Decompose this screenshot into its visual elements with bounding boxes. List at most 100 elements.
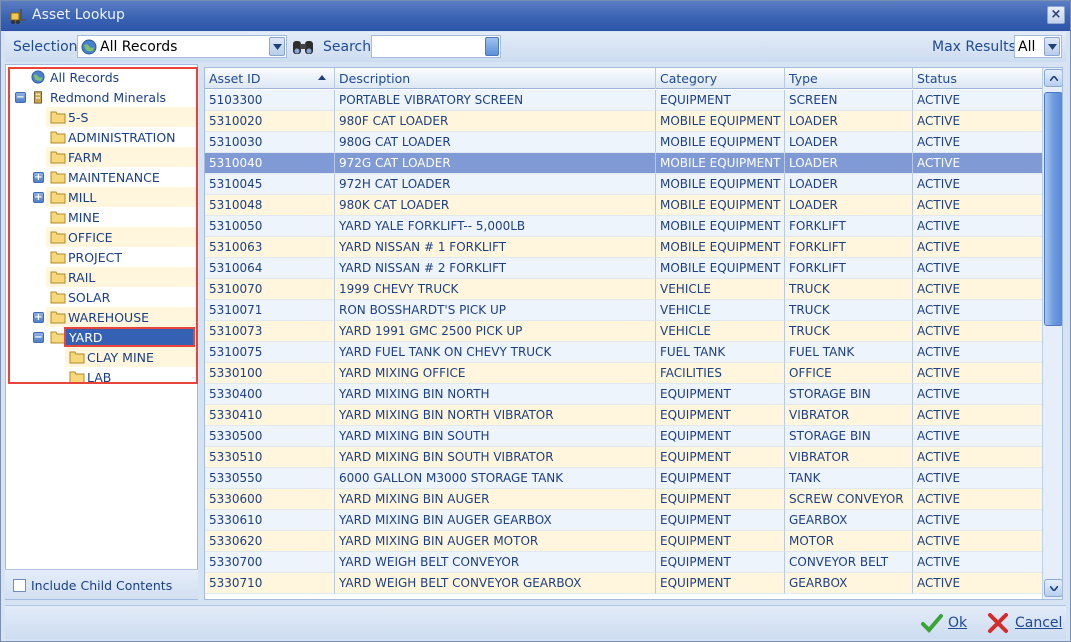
folder-icon [50, 291, 66, 304]
table-row[interactable]: 5310071 RON BOSSHARDT'S PICK UP VEHICLE TRU… [205, 300, 1043, 321]
table-row[interactable]: 5310050 YARD YALE FORKLIFT-- 5,000LB MOBIL… [205, 216, 1043, 237]
table-cell: YARD MIXING BIN SOUTH [335, 426, 656, 447]
chevron-down-icon [1050, 586, 1058, 591]
tree-node-redmond-minerals[interactable]: − Redmond Minerals [6, 87, 197, 107]
tree-node-5-s[interactable]: 5-S [6, 107, 197, 127]
scroll-thumb[interactable] [1044, 92, 1062, 326]
grid-header: Asset ID Description Category Type Statu… [205, 68, 1043, 89]
table-cell: ACTIVE [913, 426, 1043, 447]
table-cell: 5310040 [205, 153, 335, 174]
table-cell: FORKLIFT [785, 258, 913, 279]
table-row[interactable]: 5330620 YARD MIXING BIN AUGER MOTOR EQUIPM… [205, 531, 1043, 552]
tree-node-lab[interactable]: LAB [6, 367, 197, 387]
tree-node-mill[interactable]: + MILL [6, 187, 197, 207]
folder-icon [50, 251, 66, 264]
table-row[interactable]: 5330400 YARD MIXING BIN NORTH EQUIPMENT STO… [205, 384, 1043, 405]
vertical-scrollbar[interactable] [1042, 68, 1062, 599]
table-cell: LOADER [785, 153, 913, 174]
close-button[interactable]: × [1047, 6, 1065, 24]
table-row[interactable]: 5330600 YARD MIXING BIN AUGER EQUIPMENT SCR… [205, 489, 1043, 510]
tree-node-label: MINE [68, 210, 100, 225]
table-row[interactable]: 5330100 YARD MIXING OFFICE FACILITIES OFFIC… [205, 363, 1043, 384]
scroll-up-button[interactable] [1044, 69, 1062, 87]
table-row[interactable]: 5310063 YARD NISSAN # 1 FORKLIFT MOBILE EQ… [205, 237, 1043, 258]
tree-node-label: Redmond Minerals [50, 90, 167, 105]
folder-icon [50, 231, 66, 244]
expand-icon[interactable]: + [33, 192, 44, 203]
include-child-contents[interactable]: Include Child Contents [5, 569, 198, 599]
collapse-icon[interactable]: − [15, 92, 26, 103]
selection-dropdown[interactable]: All Records [77, 35, 287, 58]
tree-node-label: WAREHOUSE [68, 310, 150, 325]
tree-node-solar[interactable]: SOLAR [6, 287, 197, 307]
search-go-button[interactable] [485, 37, 499, 56]
table-cell: ACTIVE [913, 279, 1043, 300]
table-row[interactable]: 5330510 YARD MIXING BIN SOUTH VIBRATOR EQU… [205, 447, 1043, 468]
table-cell: TRUCK [785, 300, 913, 321]
table-cell: 5330400 [205, 384, 335, 405]
cancel-button[interactable]: Cancel [983, 610, 1063, 637]
tree-node-warehouse[interactable]: + WAREHOUSE [6, 307, 197, 327]
table-cell: EQUIPMENT [656, 510, 785, 531]
tree-node-all-records[interactable]: All Records [6, 67, 197, 87]
ok-button[interactable]: Ok [917, 610, 969, 637]
column-header-type[interactable]: Type [785, 68, 913, 89]
checkmark-icon [921, 614, 943, 633]
expand-icon[interactable]: + [33, 312, 44, 323]
table-cell: YARD MIXING BIN AUGER MOTOR [335, 531, 656, 552]
table-row[interactable]: 5310040 972G CAT LOADER MOBILE EQUIPMENT LO… [205, 153, 1043, 174]
globe-icon [31, 70, 45, 84]
max-results-dropdown[interactable]: All [1014, 35, 1062, 58]
collapse-icon[interactable]: − [33, 332, 44, 343]
table-row[interactable]: 5310030 980G CAT LOADER MOBILE EQUIPMENT LO… [205, 132, 1043, 153]
tree-node-label: All Records [50, 70, 120, 85]
column-header-description[interactable]: Description [335, 68, 656, 89]
column-header-category[interactable]: Category [656, 68, 785, 89]
column-header-status[interactable]: Status [913, 68, 1043, 89]
tree-node-farm[interactable]: FARM [6, 147, 197, 167]
table-row[interactable]: 5330550 6000 GALLON M3000 STORAGE TANK EQU… [205, 468, 1043, 489]
include-child-checkbox[interactable] [13, 579, 26, 592]
table-row[interactable]: 5103300 PORTABLE VIBRATORY SCREEN EQUIPMEN… [205, 90, 1043, 111]
tree-node-office[interactable]: OFFICE [6, 227, 197, 247]
table-row[interactable]: 5330700 YARD WEIGH BELT CONVEYOR EQUIPMENT… [205, 552, 1043, 573]
table-row[interactable]: 5310064 YARD NISSAN # 2 FORKLIFT MOBILE EQ… [205, 258, 1043, 279]
table-row[interactable]: 5310075 YARD FUEL TANK ON CHEVY TRUCK FUEL… [205, 342, 1043, 363]
chevron-down-icon[interactable] [269, 37, 285, 56]
table-cell: FORKLIFT [785, 237, 913, 258]
column-header-asset-id[interactable]: Asset ID [205, 68, 335, 89]
tree-node-clay-mine[interactable]: CLAY MINE [6, 347, 197, 367]
tree-node-administration[interactable]: ADMINISTRATION [6, 127, 197, 147]
table-row[interactable]: 5310020 980F CAT LOADER MOBILE EQUIPMENT LO… [205, 111, 1043, 132]
table-cell: EQUIPMENT [656, 468, 785, 489]
search-box [371, 35, 501, 58]
tree-node-yard[interactable]: − YARD [6, 327, 197, 347]
table-row[interactable]: 5310045 972H CAT LOADER MOBILE EQUIPMENT LO… [205, 174, 1043, 195]
expand-icon[interactable]: + [33, 172, 44, 183]
search-input[interactable] [374, 38, 482, 55]
table-cell: FACILITIES [656, 363, 785, 384]
table-row[interactable]: 5330610 YARD MIXING BIN AUGER GEARBOX EQUI… [205, 510, 1043, 531]
table-cell: EQUIPMENT [656, 531, 785, 552]
table-cell: VEHICLE [656, 300, 785, 321]
table-row[interactable]: 5330710 YARD WEIGH BELT CONVEYOR GEARBOX E… [205, 573, 1043, 594]
tree-node-project[interactable]: PROJECT [6, 247, 197, 267]
table-cell: 980F CAT LOADER [335, 111, 656, 132]
tree-node-rail[interactable]: RAIL [6, 267, 197, 287]
sort-ascending-icon [318, 75, 326, 80]
scroll-down-button[interactable] [1044, 579, 1062, 597]
folder-icon [50, 131, 66, 144]
table-row[interactable]: 5310073 YARD 1991 GMC 2500 PICK UP VEHICLE… [205, 321, 1043, 342]
table-cell: CONVEYOR BELT [785, 552, 913, 573]
chevron-down-icon[interactable] [1044, 37, 1060, 56]
tree-node-maintenance[interactable]: + MAINTENANCE [6, 167, 197, 187]
table-row[interactable]: 5330500 YARD MIXING BIN SOUTH EQUIPMENT STO… [205, 426, 1043, 447]
table-cell: 5103300 [205, 90, 335, 111]
table-cell: ACTIVE [913, 90, 1043, 111]
table-cell: 5330500 [205, 426, 335, 447]
table-row[interactable]: 5310070 1999 CHEVY TRUCK VEHICLE TRUCK ACTIV… [205, 279, 1043, 300]
table-row[interactable]: 5310048 980K CAT LOADER MOBILE EQUIPMENT LO… [205, 195, 1043, 216]
tree-node-mine[interactable]: MINE [6, 207, 197, 227]
title-bar: Asset Lookup × [1, 1, 1070, 31]
table-row[interactable]: 5330410 YARD MIXING BIN NORTH VIBRATOR EQU… [205, 405, 1043, 426]
